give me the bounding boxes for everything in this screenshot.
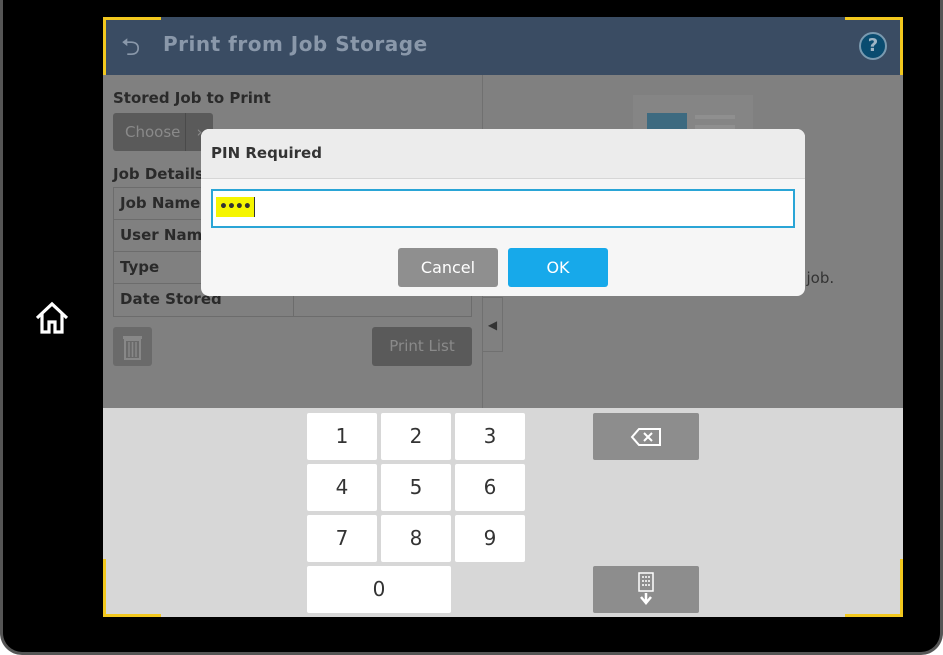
- keypad-down-icon: [638, 572, 654, 605]
- corner-bracket: [103, 17, 161, 75]
- collapse-panel-button[interactable]: ◀: [483, 297, 503, 352]
- key-0[interactable]: 0: [307, 566, 451, 613]
- hide-keypad-key[interactable]: [593, 566, 699, 613]
- home-icon: [35, 301, 69, 334]
- key-3[interactable]: 3: [455, 413, 525, 460]
- backspace-icon: [630, 428, 661, 446]
- choose-label: Choose: [125, 123, 181, 141]
- key-2[interactable]: 2: [381, 413, 451, 460]
- home-button[interactable]: [34, 300, 70, 340]
- page-title: Print from Job Storage: [163, 32, 428, 56]
- key-8[interactable]: 8: [381, 515, 451, 562]
- pin-dialog: PIN Required •••• Cancel OK: [201, 129, 805, 296]
- dialog-title: PIN Required: [201, 129, 805, 179]
- key-1[interactable]: 1: [307, 413, 377, 460]
- corner-bracket: [845, 559, 903, 617]
- print-list-button[interactable]: Print List: [372, 327, 472, 366]
- backspace-key[interactable]: [593, 413, 699, 460]
- text-line: [695, 115, 735, 119]
- screen: ⮌ Print from Job Storage ? Stored Job to…: [103, 17, 903, 617]
- cancel-button[interactable]: Cancel: [398, 248, 498, 287]
- choose-button[interactable]: Choose ›: [113, 113, 213, 151]
- job-details-label: Job Details: [113, 165, 204, 183]
- key-5[interactable]: 5: [381, 464, 451, 511]
- ok-button[interactable]: OK: [508, 248, 608, 287]
- key-7[interactable]: 7: [307, 515, 377, 562]
- header: ⮌ Print from Job Storage ?: [103, 17, 903, 75]
- corner-bracket: [103, 559, 161, 617]
- key-6[interactable]: 6: [455, 464, 525, 511]
- numeric-keypad: 1 2 3 4 5 6 7 8 9 0: [103, 408, 903, 617]
- key-4[interactable]: 4: [307, 464, 377, 511]
- trash-icon: [123, 336, 142, 360]
- caret-left-icon: ◀: [487, 318, 498, 332]
- pin-value: ••••: [216, 197, 255, 217]
- delete-button[interactable]: [113, 327, 152, 366]
- stored-job-label: Stored Job to Print: [113, 89, 271, 107]
- key-9[interactable]: 9: [455, 515, 525, 562]
- corner-bracket: [845, 17, 903, 75]
- pin-input[interactable]: ••••: [211, 189, 795, 228]
